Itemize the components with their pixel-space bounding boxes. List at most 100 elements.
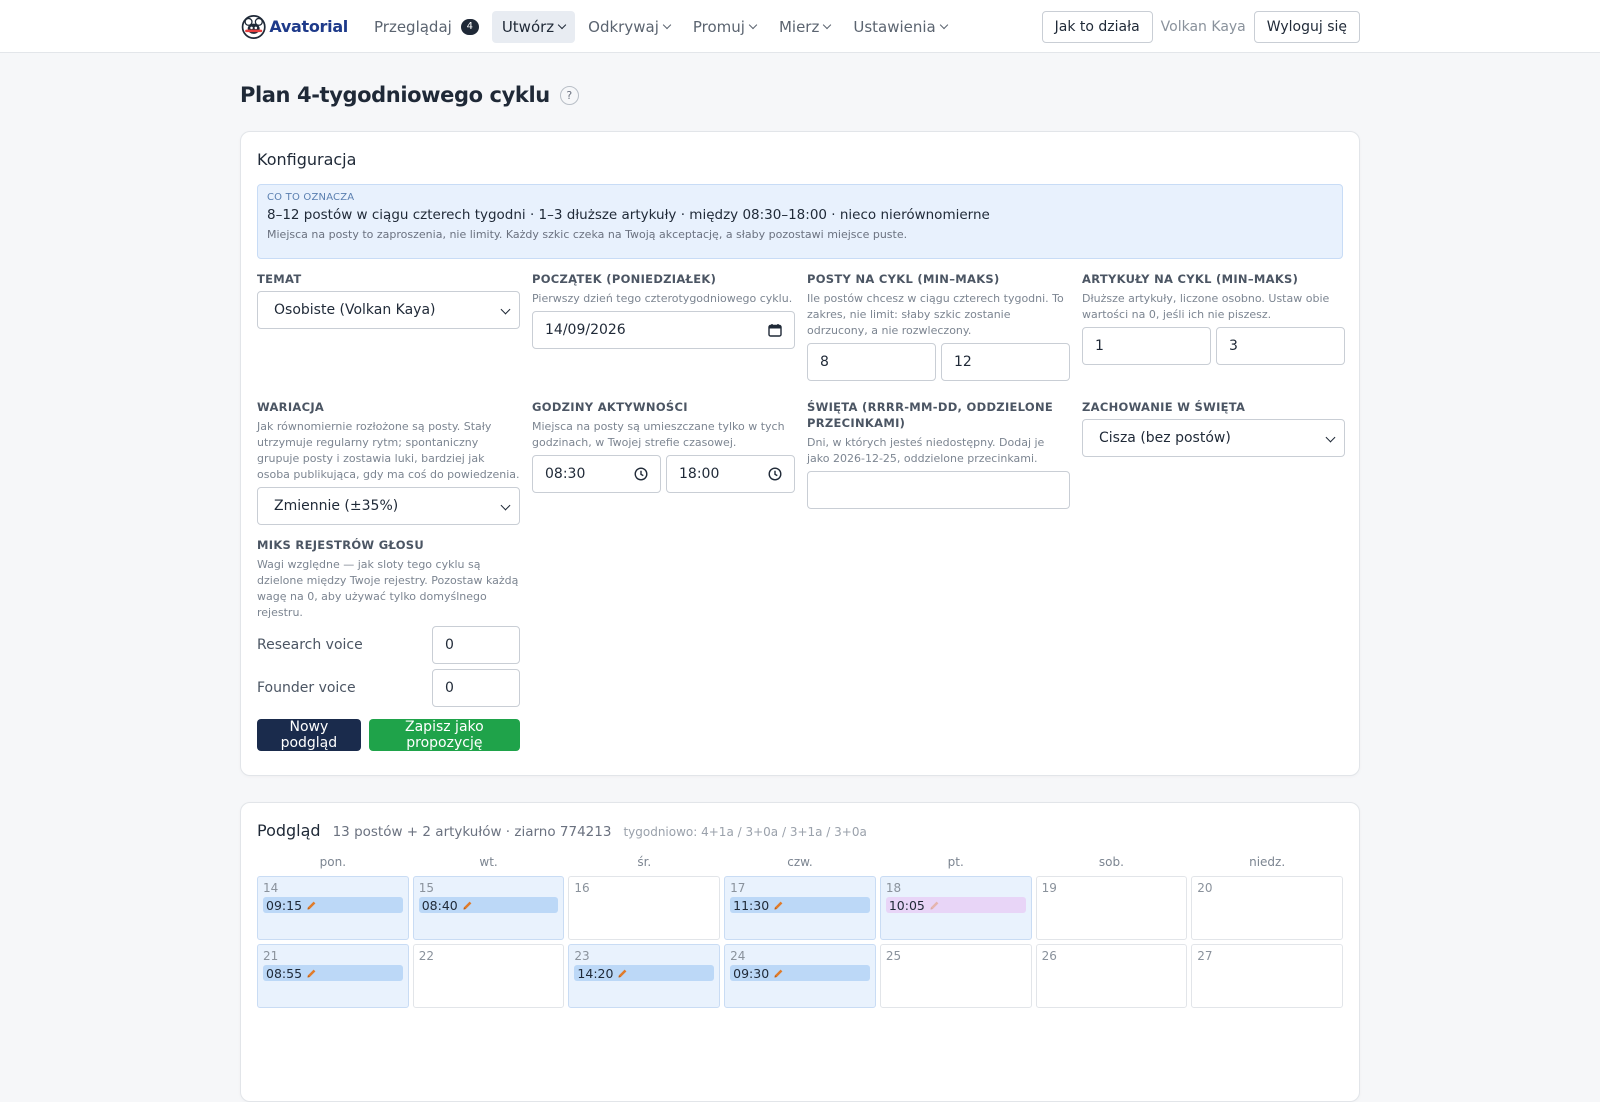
- chevron-down-icon: [662, 20, 672, 30]
- page-header: Plan 4‑tygodniowego cyklu ?: [240, 77, 1360, 113]
- chevron-down-icon: [939, 20, 948, 30]
- topic-field: TEMAT Osobiste (Volkan Kaya): [257, 271, 520, 381]
- post-slot[interactable]: 09:30: [730, 965, 870, 981]
- clock-icon[interactable]: [634, 467, 648, 481]
- slot-time: 08:40: [421, 897, 458, 913]
- preview-weekly-breakdown: tygodniowo: 4+1a / 3+0a / 3+1a / 3+0a: [623, 825, 867, 839]
- calendar-day: 16: [568, 876, 721, 940]
- nav-settings[interactable]: Ustawienia: [843, 11, 956, 43]
- weekday-label: wt.: [479, 855, 498, 869]
- pencil-icon[interactable]: [929, 900, 940, 911]
- posts-label: POSTY NA CYKL (MIN–MAKS): [807, 272, 1000, 286]
- articles-max-input[interactable]: 3: [1216, 327, 1345, 365]
- weekday-label: pt.: [947, 855, 964, 869]
- new-preview-button[interactable]: Nowy podgląd: [257, 719, 361, 751]
- nav-promote-label: Promuj: [692, 17, 745, 36]
- hours-from-value: 08:30: [545, 466, 586, 482]
- nav-discover[interactable]: Odkrywaj: [578, 11, 680, 43]
- posts-help: Ile postów chcesz w ciągu czterech tygod…: [807, 292, 1064, 337]
- posts-range: 8 12: [807, 343, 1070, 381]
- sheep-logo-icon: [241, 14, 266, 39]
- calendar-day: 20: [1191, 876, 1343, 940]
- save-proposal-button[interactable]: Zapisz jako propozycję: [368, 719, 520, 751]
- variation-select-value: Zmiennie (±35%): [274, 498, 399, 514]
- post-slot[interactable]: 08:55: [263, 965, 403, 981]
- research-voice-input[interactable]: 0: [432, 626, 520, 664]
- weekday-label: sob.: [1098, 855, 1124, 869]
- config-card: Konfiguracja CO TO OZNACZA 8–12 postów w…: [240, 131, 1360, 776]
- slot-time: 09:30: [733, 965, 770, 981]
- article-slot[interactable]: 10:05: [885, 897, 1026, 913]
- calendar-day: 24 09:30: [724, 944, 876, 1008]
- posts-max-input[interactable]: 12: [941, 343, 1070, 381]
- hours-from-input[interactable]: 08:30: [532, 455, 661, 493]
- calendar-day: 17 11:30: [724, 876, 876, 940]
- holiday-behavior-select[interactable]: Cisza (bez postów): [1082, 419, 1345, 457]
- posts-min-value: 8: [820, 354, 829, 370]
- calendar-day-number: 23: [574, 949, 590, 963]
- variation-label: WARIACJA: [257, 400, 325, 414]
- help-icon[interactable]: ?: [559, 85, 579, 105]
- info-summary: 8–12 postów w ciągu czterech tygodni · 1…: [267, 207, 990, 223]
- pencil-icon[interactable]: [773, 968, 784, 979]
- nav-create[interactable]: Utwórz: [491, 10, 576, 43]
- chevron-down-icon: [500, 304, 511, 315]
- post-slot[interactable]: 08:40: [418, 897, 559, 913]
- hours-label: GODZINY AKTYWNOŚCI: [532, 400, 688, 414]
- topic-select[interactable]: Osobiste (Volkan Kaya): [257, 291, 520, 329]
- voice-weight-row-founder: Founder voice 0: [257, 669, 520, 707]
- weekday-label: niedz.: [1249, 855, 1286, 869]
- calendar-day-number: 16: [574, 881, 590, 895]
- articles-help: Dłuższe artykuły, liczone osobno. Ustaw …: [1082, 292, 1330, 321]
- pencil-icon[interactable]: [617, 968, 628, 979]
- articles-min-input[interactable]: 1: [1082, 327, 1211, 365]
- calendar-day: 19: [1035, 876, 1188, 940]
- pencil-icon[interactable]: [306, 900, 317, 911]
- nav-promote[interactable]: Promuj: [683, 11, 766, 43]
- topic-label: TEMAT: [257, 272, 302, 286]
- calendar-day: 26: [1035, 944, 1188, 1008]
- hours-to-input[interactable]: 18:00: [666, 455, 795, 493]
- post-slot[interactable]: 11:30: [730, 897, 870, 913]
- chevron-down-icon: [748, 20, 758, 30]
- post-slot[interactable]: 14:20: [574, 965, 715, 981]
- variation-help: Jak równomiernie rozłożone są posty. Sta…: [257, 420, 520, 481]
- holidays-input[interactable]: [807, 471, 1070, 509]
- slot-time: 14:20: [577, 965, 614, 981]
- how-it-works-button[interactable]: Jak to działa: [1041, 10, 1153, 43]
- calendar-icon[interactable]: [768, 323, 782, 337]
- start-help: Pierwszy dzień tego czterotygodniowego c…: [532, 292, 793, 305]
- nav-browse-label: Przeglądaj: [374, 17, 452, 36]
- start-date-value: 14/09/2026: [545, 322, 626, 338]
- nav-right: Jak to działa Volkan Kaya Wyloguj się: [1041, 10, 1360, 43]
- articles-label: ARTYKUŁY NA CYKL (MIN–MAKS): [1082, 272, 1299, 286]
- holidays-field: ŚWIĘTA (RRRR-MM-DD, ODDZIELONE PRZECINKA…: [807, 399, 1070, 751]
- pencil-icon[interactable]: [306, 968, 317, 979]
- slot-time: 11:30: [733, 897, 770, 913]
- top-navbar: Avatorial Przeglądaj 4 Utwórz Odkrywaj P…: [0, 0, 1600, 53]
- nav-browse[interactable]: Przeglądaj 4: [364, 11, 489, 43]
- pencil-icon[interactable]: [462, 900, 473, 911]
- articles-max-value: 3: [1229, 338, 1238, 354]
- nav-measure-label: Mierz: [778, 17, 820, 36]
- posts-min-input[interactable]: 8: [807, 343, 936, 381]
- post-slot[interactable]: 09:15: [263, 897, 403, 913]
- calendar-day: 25: [879, 944, 1032, 1008]
- logout-button[interactable]: Wyloguj się: [1253, 10, 1360, 43]
- brand-name: Avatorial: [269, 17, 348, 36]
- page-content: Plan 4‑tygodniowego cyklu ? Konfiguracja…: [240, 53, 1360, 1102]
- slot-time: 09:15: [266, 897, 303, 913]
- variation-select[interactable]: Zmiennie (±35%): [257, 487, 520, 525]
- calendar-day-number: 24: [730, 949, 746, 963]
- pencil-icon[interactable]: [773, 900, 784, 911]
- founder-voice-input[interactable]: 0: [432, 669, 520, 707]
- start-date-input[interactable]: 14/09/2026: [532, 311, 795, 349]
- config-grid-row-1: TEMAT Osobiste (Volkan Kaya) POCZĄTEK (P…: [257, 271, 1345, 381]
- nav-measure[interactable]: Mierz: [769, 11, 840, 43]
- clock-icon[interactable]: [768, 467, 782, 481]
- articles-range: 1 3: [1082, 327, 1345, 365]
- calendar-day-number: 18: [885, 881, 902, 895]
- brand-logo[interactable]: Avatorial: [240, 9, 348, 45]
- hours-to-value: 18:00: [679, 466, 720, 482]
- hours-help: Miejsca na posty są umieszczane tylko w …: [532, 420, 785, 449]
